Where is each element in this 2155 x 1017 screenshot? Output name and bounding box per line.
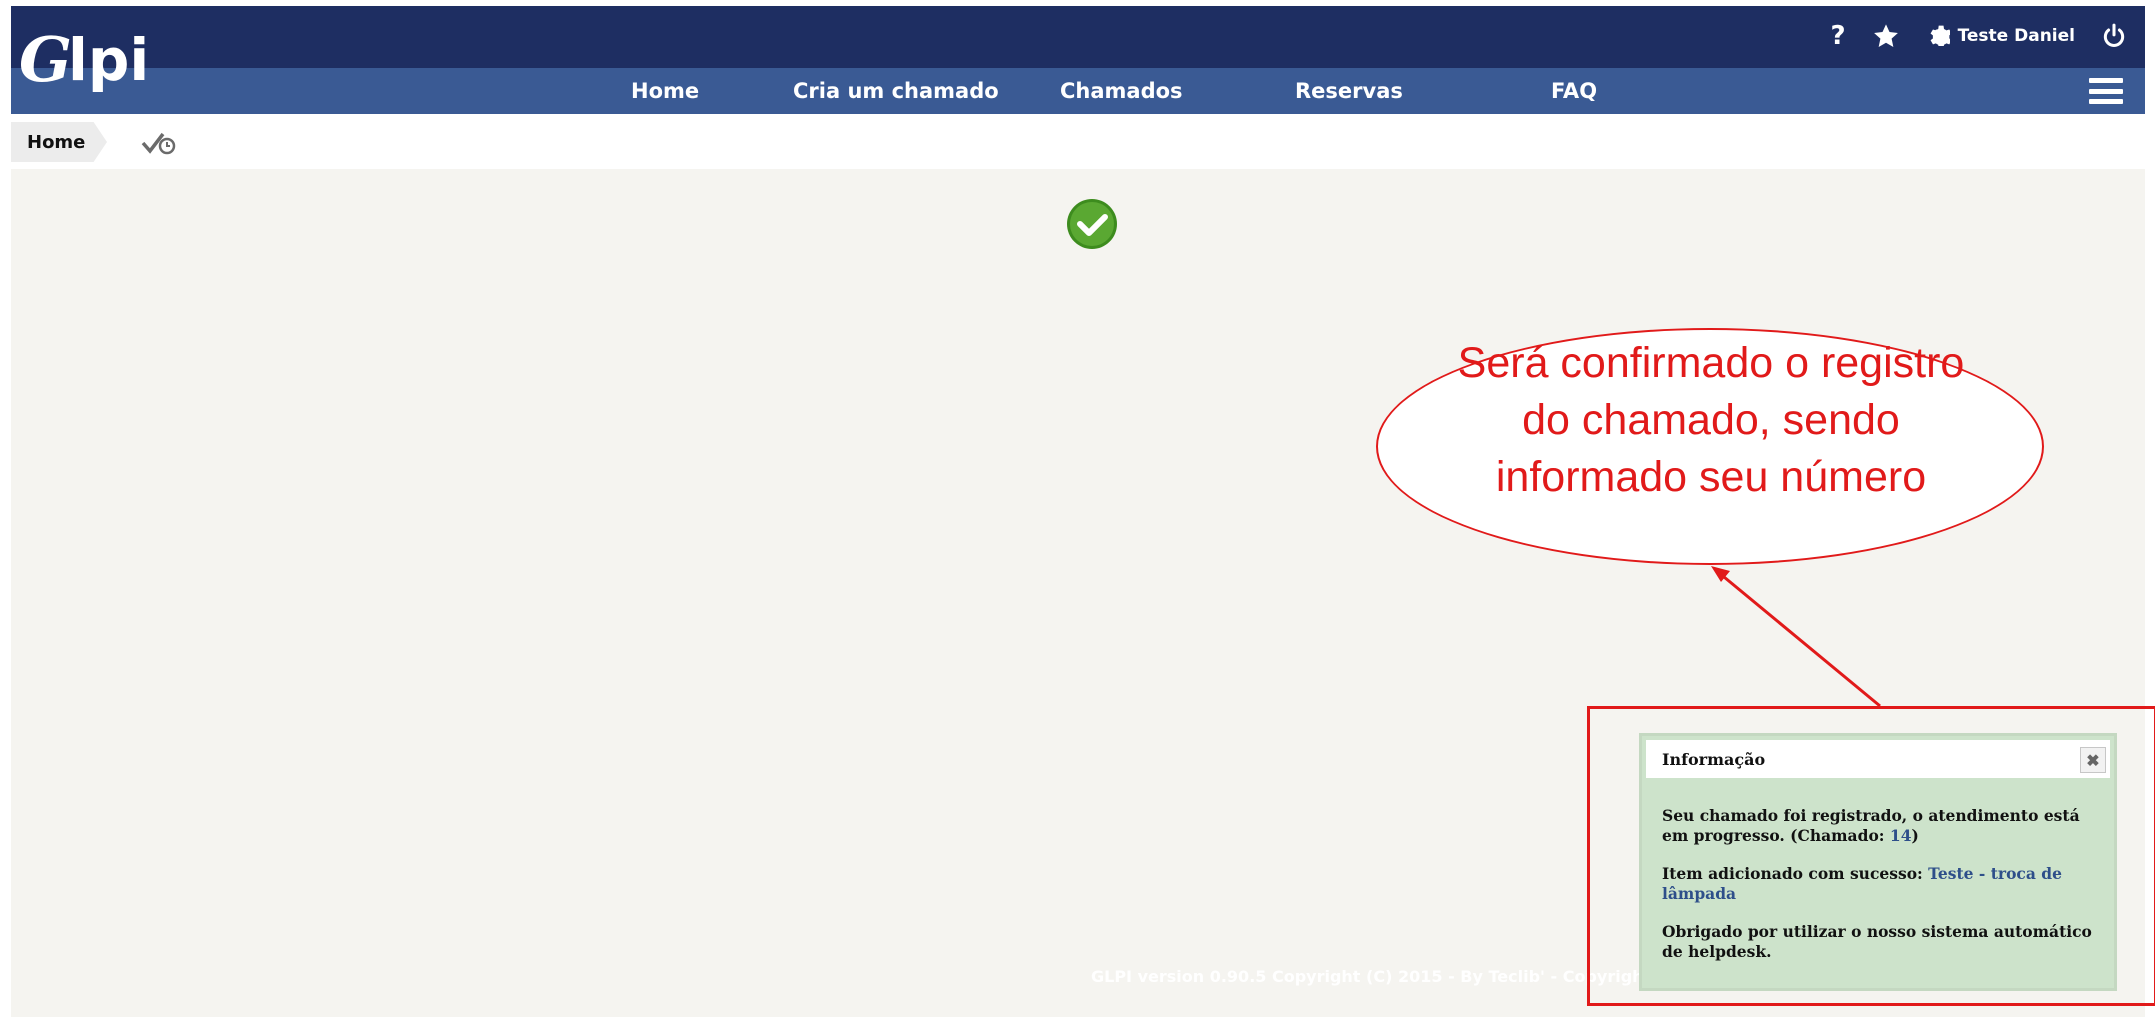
dialog-message-ticket: Seu chamado foi registrado, o atendiment… xyxy=(1662,806,2080,845)
close-icon[interactable]: ✖ xyxy=(2080,747,2106,773)
info-dialog: Informação ✖ Seu chamado foi registrado,… xyxy=(1639,733,2117,991)
dialog-message-thanks: Obrigado por utilizar o nosso sistema au… xyxy=(1662,922,2092,961)
ticket-number-link[interactable]: 14 xyxy=(1890,826,1912,845)
dialog-header: Informação ✖ xyxy=(1646,740,2110,778)
dialog-body: Seu chamado foi registrado, o atendiment… xyxy=(1662,806,2102,980)
dialog-title: Informação xyxy=(1662,749,1766,769)
dialog-message-item: Item adicionado com sucesso: Teste - tro… xyxy=(1662,864,2063,903)
